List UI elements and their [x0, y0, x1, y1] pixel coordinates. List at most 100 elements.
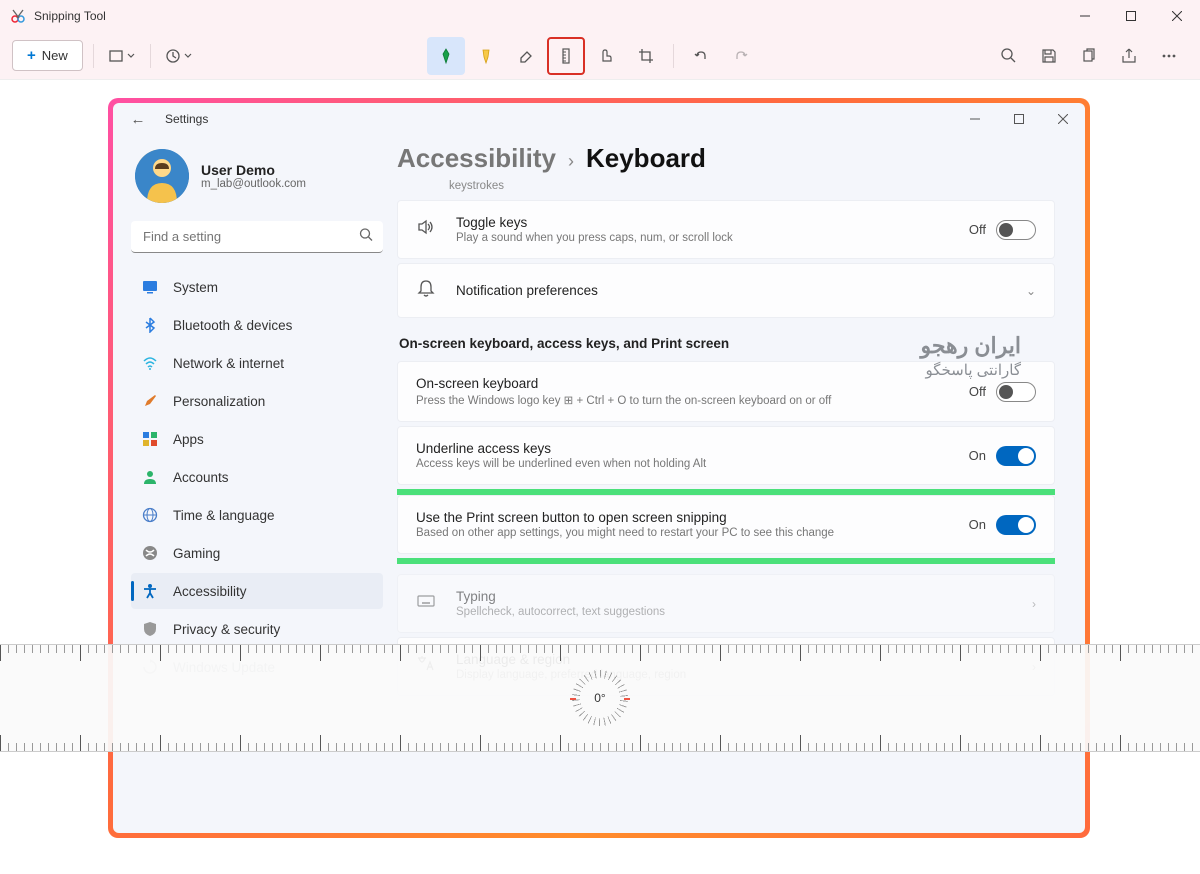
separator [150, 44, 151, 68]
undo-button[interactable] [682, 37, 720, 75]
new-label: New [42, 48, 68, 63]
ruler-tool[interactable] [547, 37, 585, 75]
watermark: ایران رهجو گارانتی پاسخگو [920, 333, 1021, 379]
delay-dropdown[interactable] [161, 42, 197, 70]
printscreen-card[interactable]: Use the Print screen button to open scre… [397, 495, 1055, 554]
back-button[interactable]: ← [129, 111, 147, 128]
nav-accessibility[interactable]: Accessibility [131, 573, 383, 609]
keystrokes-hint: keystrokes [397, 180, 1055, 200]
nav-personalization[interactable]: Personalization [131, 383, 383, 419]
breadcrumb-current: Keyboard [586, 143, 706, 174]
shield-icon [141, 620, 159, 638]
search-box [131, 221, 383, 253]
underline-switch[interactable] [996, 446, 1036, 466]
more-button[interactable] [1150, 37, 1188, 75]
chevron-down-icon [183, 51, 193, 61]
notification-prefs-card[interactable]: Notification preferences ⌄ [397, 263, 1055, 318]
undo-icon [692, 47, 710, 65]
eraser-icon [517, 47, 535, 65]
bluetooth-icon [141, 316, 159, 334]
nav-privacy[interactable]: Privacy & security [131, 611, 383, 647]
keyboard-icon [416, 591, 438, 616]
redo-icon [732, 47, 750, 65]
maximize-button[interactable] [1108, 0, 1154, 32]
nav-gaming[interactable]: Gaming [131, 535, 383, 571]
crop-tool[interactable] [627, 37, 665, 75]
pen-tool[interactable] [427, 37, 465, 75]
plus-icon: + [27, 47, 36, 64]
breadcrumb: Accessibility › Keyboard [397, 143, 1055, 174]
eraser-tool[interactable] [507, 37, 545, 75]
xbox-icon [141, 544, 159, 562]
inner-maximize-button[interactable] [997, 103, 1041, 135]
snipping-titlebar: Snipping Tool [0, 0, 1200, 32]
chevron-down-icon: ⌄ [1026, 284, 1036, 298]
rectangle-icon [108, 48, 124, 64]
chevron-right-icon: › [1032, 597, 1036, 611]
apps-icon [141, 430, 159, 448]
nav-list: System Bluetooth & devices Network & int… [131, 269, 383, 685]
ruler-icon [557, 47, 575, 65]
redo-button[interactable] [722, 37, 760, 75]
settings-titlebar: ← Settings [113, 103, 1085, 135]
underline-card[interactable]: Underline access keys Access keys will b… [397, 426, 1055, 485]
zoom-icon [1000, 47, 1018, 65]
speaker-icon [416, 217, 438, 242]
snipping-title: Snipping Tool [34, 9, 106, 23]
wifi-icon [141, 354, 159, 372]
copy-icon [1080, 47, 1098, 65]
touch-writing-tool[interactable] [587, 37, 625, 75]
inner-close-button[interactable] [1041, 103, 1085, 135]
highlighter-icon [477, 47, 495, 65]
avatar [135, 149, 189, 203]
snip-canvas: ← Settings User Demo m_lab@out [0, 80, 1200, 874]
snipping-app-icon [10, 8, 26, 24]
close-button[interactable] [1154, 0, 1200, 32]
accessibility-icon [141, 582, 159, 600]
user-name: User Demo [201, 162, 306, 178]
share-icon [1120, 47, 1138, 65]
hand-icon [597, 47, 615, 65]
chevron-right-icon: › [568, 151, 574, 172]
nav-system[interactable]: System [131, 269, 383, 305]
globe-icon [141, 506, 159, 524]
person-icon [141, 468, 159, 486]
bell-icon [416, 278, 438, 303]
settings-title: Settings [165, 112, 208, 126]
share-button[interactable] [1110, 37, 1148, 75]
copy-button[interactable] [1070, 37, 1108, 75]
typing-card[interactable]: Typing Spellcheck, autocorrect, text sug… [397, 574, 1055, 633]
minimize-button[interactable] [1062, 0, 1108, 32]
toggle-keys-card[interactable]: Toggle keys Play a sound when you press … [397, 200, 1055, 259]
system-icon [141, 278, 159, 296]
ruler-angle-indicator: 0° [572, 670, 628, 726]
separator [93, 44, 94, 68]
save-icon [1040, 47, 1058, 65]
snipping-toolbar: + New [0, 32, 1200, 80]
save-button[interactable] [1030, 37, 1068, 75]
nav-accounts[interactable]: Accounts [131, 459, 383, 495]
snip-mode-dropdown[interactable] [104, 42, 140, 70]
nav-time[interactable]: Time & language [131, 497, 383, 533]
user-block[interactable]: User Demo m_lab@outlook.com [131, 145, 383, 221]
clock-icon [165, 48, 181, 64]
nav-apps[interactable]: Apps [131, 421, 383, 457]
osk-switch[interactable] [996, 382, 1036, 402]
toggle-keys-switch[interactable] [996, 220, 1036, 240]
ruler-overlay[interactable]: 0° [0, 644, 1200, 752]
nav-network[interactable]: Network & internet [131, 345, 383, 381]
more-icon [1160, 47, 1178, 65]
separator [673, 44, 674, 68]
new-snip-button[interactable]: + New [12, 40, 83, 71]
zoom-button[interactable] [990, 37, 1028, 75]
brush-icon [141, 392, 159, 410]
crop-icon [637, 47, 655, 65]
chevron-down-icon [126, 51, 136, 61]
breadcrumb-parent[interactable]: Accessibility [397, 143, 556, 174]
highlighter-tool[interactable] [467, 37, 505, 75]
search-input[interactable] [131, 221, 383, 253]
nav-bluetooth[interactable]: Bluetooth & devices [131, 307, 383, 343]
inner-minimize-button[interactable] [953, 103, 997, 135]
search-icon [359, 228, 373, 247]
printscreen-switch[interactable] [996, 515, 1036, 535]
